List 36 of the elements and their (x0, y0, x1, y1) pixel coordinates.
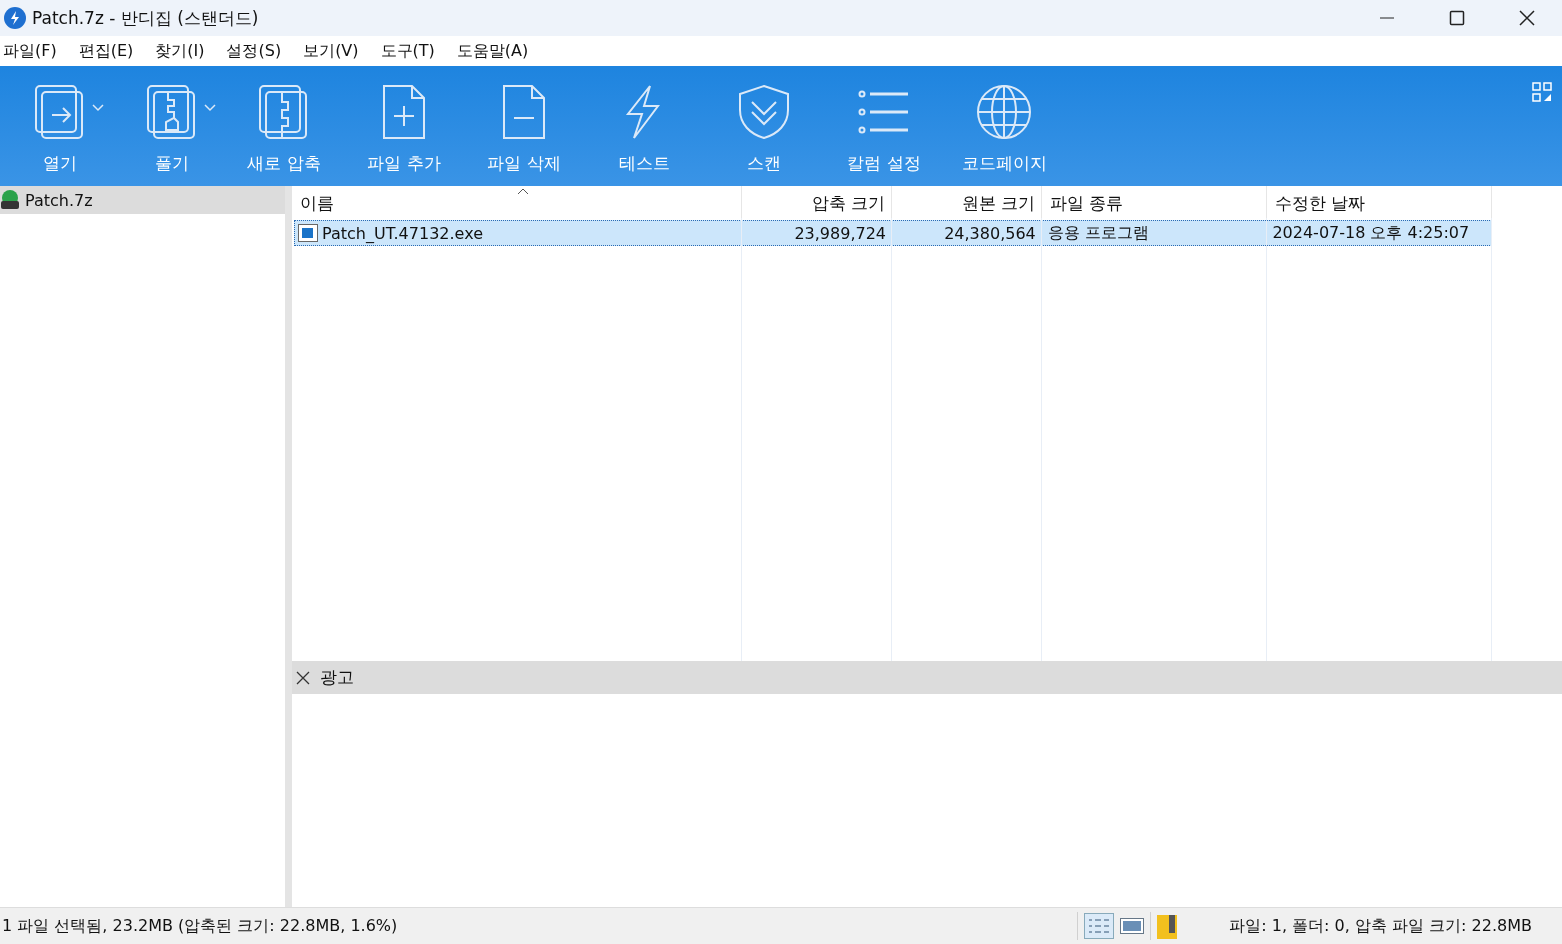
table-cell: Patch_UT.47132.exe (322, 223, 483, 243)
close-icon[interactable] (296, 670, 310, 685)
menu-item[interactable]: 도움말(A) (456, 40, 529, 62)
app-logo-icon (4, 7, 26, 29)
table-cell: 응용 프로그램 (1047, 222, 1149, 244)
menu-item[interactable]: 파일(F) (3, 40, 57, 62)
globe-icon (976, 84, 1032, 140)
table-cell: 2024-07-18 오후 4:25:07 (1272, 222, 1470, 244)
tree-item[interactable]: Patch.7z (25, 190, 93, 210)
window-title: Patch.7z - 반디집 (스탠더드) (32, 6, 260, 30)
column-header[interactable]: 파일 종류 (1042, 186, 1267, 218)
image-view-icon[interactable] (1120, 916, 1145, 936)
table-cell: 23,989,724 (794, 223, 886, 243)
column-header[interactable]: 압축 크기 (742, 186, 892, 218)
layout-grid-icon[interactable] (1532, 82, 1552, 102)
menu-item[interactable]: 설정(S) (226, 40, 282, 62)
archive-icon (0, 190, 20, 210)
maximize-icon[interactable] (1449, 10, 1465, 26)
dropdown-caret-icon[interactable] (204, 104, 216, 112)
menu-item[interactable]: 편집(E) (78, 40, 134, 62)
details-view-icon[interactable] (1084, 913, 1115, 939)
shield-icon (736, 84, 792, 140)
column-header[interactable]: 이름 (292, 186, 742, 218)
ad-panel-title: 광고 (320, 666, 354, 689)
column-header[interactable]: 수정한 날짜 (1267, 186, 1492, 218)
status-text: 파일: 1, 폴더: 0, 압축 파일 크기: 22.8MB (1229, 915, 1532, 937)
table-cell: 24,380,564 (944, 223, 1036, 243)
menu-item[interactable]: 보기(V) (303, 40, 359, 62)
column-header[interactable]: 원본 크기 (892, 186, 1042, 218)
program-file-icon (298, 224, 318, 242)
dropdown-caret-icon[interactable] (92, 104, 104, 112)
menu-item[interactable]: 도구(T) (380, 40, 435, 62)
close-icon[interactable] (1519, 10, 1535, 26)
table-row[interactable]: Patch_UT.47132.exe 23,989,724 24,380,564 응용 프로그램 2024-07-18 오후 4:25:07 (294, 220, 1492, 246)
status-text: 1 파일 선택됨, 23.2MB (압축된 크기: 22.8MB, 1.6%) (1, 915, 399, 937)
menu-item[interactable]: 찾기(I) (155, 40, 205, 62)
